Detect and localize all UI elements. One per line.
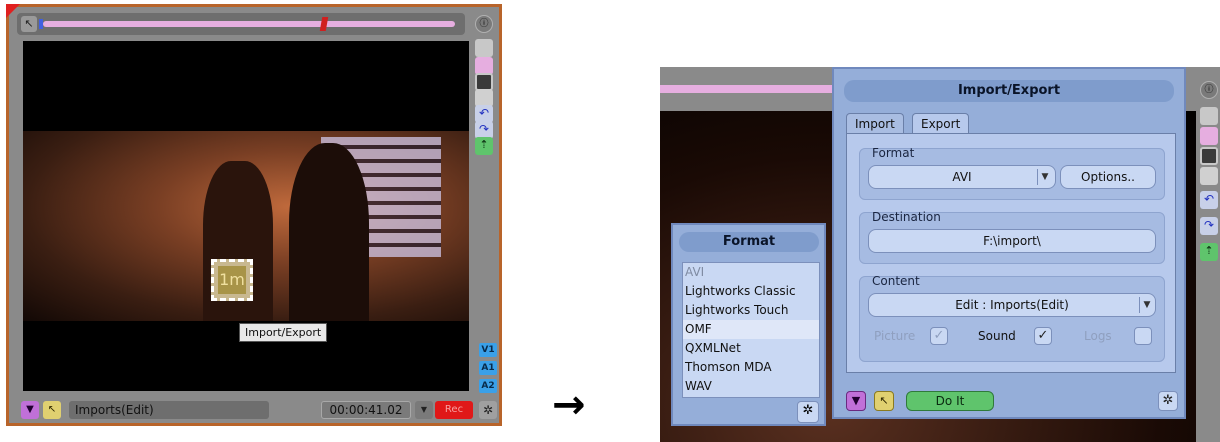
chevron-down-icon: ▼ bbox=[1037, 169, 1052, 185]
sound-checkbox[interactable]: ✓ bbox=[1034, 327, 1052, 345]
track-a2[interactable]: A2 bbox=[479, 379, 497, 393]
video-frame: 1m Import/Export bbox=[23, 41, 469, 391]
list-item[interactable]: QXMLNet bbox=[683, 339, 819, 358]
crop-tool-column: ⓘ ↶ ↷ ⇡ bbox=[1196, 67, 1220, 442]
record-button[interactable]: Rec bbox=[435, 401, 473, 419]
do-it-button[interactable]: Do It bbox=[906, 391, 994, 411]
figure-right bbox=[289, 143, 369, 321]
list-item[interactable]: Lightworks Classic bbox=[683, 282, 819, 301]
format-group: Format AVI ▼ Options.. bbox=[859, 146, 1165, 200]
crop-folder-icon[interactable] bbox=[1200, 107, 1218, 125]
list-item[interactable]: WAV bbox=[683, 377, 819, 396]
options-button[interactable]: Options.. bbox=[1060, 165, 1156, 189]
crop-strip-icon[interactable] bbox=[1200, 127, 1218, 145]
folder-icon[interactable] bbox=[475, 39, 493, 57]
destination-field[interactable]: F:\import\ bbox=[868, 229, 1156, 253]
track-a1[interactable]: A1 bbox=[479, 361, 497, 375]
asterisk-icon[interactable]: ✲ bbox=[1158, 391, 1178, 411]
format-panel-title: Format bbox=[679, 232, 819, 252]
viewer-window: ↖ ⓘ ↶ ↷ ⇡ 1m Import/Export V1 A1 A2 ▼ ↖ … bbox=[6, 4, 502, 426]
export-tab-panel: Format AVI ▼ Options.. Destination F:\im… bbox=[846, 133, 1176, 373]
crop-card-icon[interactable] bbox=[1200, 167, 1218, 185]
clip-name: Imports(Edit) bbox=[69, 401, 269, 419]
playhead-marker[interactable] bbox=[319, 17, 329, 31]
list-item[interactable]: Thomson MDA bbox=[683, 358, 819, 377]
track-selector: V1 A1 A2 bbox=[479, 343, 497, 397]
tab-import[interactable]: Import bbox=[846, 113, 904, 134]
crop-monitor-icon[interactable] bbox=[1200, 147, 1218, 165]
info-icon[interactable]: ⓘ bbox=[475, 15, 493, 33]
logs-checkbox[interactable] bbox=[1134, 327, 1152, 345]
asterisk-icon[interactable]: ✲ bbox=[479, 401, 497, 419]
timecode[interactable]: 00:00:41.02 bbox=[321, 401, 411, 419]
pin-icon[interactable]: ↖ bbox=[43, 401, 61, 419]
format-list[interactable]: AVI Lightworks Classic Lightworks Touch … bbox=[682, 262, 820, 398]
menu-dropdown-icon[interactable]: ▼ bbox=[21, 401, 39, 419]
format-list-panel: Format AVI Lightworks Classic Lightworks… bbox=[671, 223, 826, 426]
list-item-selected[interactable]: OMF bbox=[683, 320, 819, 339]
format-select[interactable]: AVI ▼ bbox=[868, 165, 1056, 189]
sound-label: Sound bbox=[978, 329, 1016, 343]
list-item[interactable]: AVI bbox=[683, 263, 819, 282]
track-v1[interactable]: V1 bbox=[479, 343, 497, 357]
chevron-down-icon: ▼ bbox=[1139, 297, 1154, 313]
destination-group-label: Destination bbox=[872, 210, 941, 224]
format-select-value: AVI bbox=[952, 170, 972, 184]
content-select[interactable]: Edit : Imports(Edit) ▼ bbox=[868, 293, 1156, 317]
menu-dropdown-icon[interactable]: ▼ bbox=[846, 391, 866, 411]
logs-label: Logs bbox=[1084, 329, 1112, 343]
format-group-label: Format bbox=[872, 146, 915, 160]
viewer-status-bar: ▼ ↖ Imports(Edit) 00:00:41.02 ▼ Rec ✲ bbox=[17, 399, 497, 421]
export-icon[interactable]: ⇡ bbox=[475, 137, 493, 155]
picture-checkbox[interactable]: ✓ bbox=[930, 327, 948, 345]
list-item[interactable]: Lightworks Touch bbox=[683, 301, 819, 320]
transition-arrow: → bbox=[552, 382, 586, 428]
content-select-value: Edit : Imports(Edit) bbox=[955, 298, 1069, 312]
timeline-track[interactable] bbox=[43, 21, 455, 27]
destination-group: Destination F:\import\ bbox=[859, 210, 1165, 264]
tab-export[interactable]: Export bbox=[912, 113, 970, 134]
import-export-icon-glyph: 1m bbox=[218, 266, 246, 294]
import-export-icon[interactable]: 1m bbox=[211, 259, 253, 301]
picture-label: Picture bbox=[874, 329, 916, 343]
dialog-title: Import/Export bbox=[844, 80, 1174, 102]
crop-info-icon[interactable]: ⓘ bbox=[1200, 81, 1218, 99]
crop-export-icon[interactable]: ⇡ bbox=[1200, 243, 1218, 261]
content-group-label: Content bbox=[872, 274, 920, 288]
content-group: Content Edit : Imports(Edit) ▼ Picture ✓… bbox=[859, 274, 1165, 362]
scrub-handle-icon[interactable]: ↖ bbox=[21, 16, 37, 32]
pin-icon[interactable]: ↖ bbox=[874, 391, 894, 411]
tooltip: Import/Export bbox=[239, 323, 328, 342]
asterisk-icon[interactable]: ✲ bbox=[797, 401, 819, 423]
scrub-bar[interactable]: ↖ bbox=[17, 13, 465, 35]
crop-timeline-track bbox=[660, 85, 850, 93]
timecode-dropdown-icon[interactable]: ▼ bbox=[415, 401, 433, 419]
crop-undo-icon[interactable]: ↶ bbox=[1200, 191, 1218, 209]
crop-redo-icon[interactable]: ↷ bbox=[1200, 217, 1218, 235]
import-export-dialog: Import/Export Import Export Format AVI ▼… bbox=[832, 67, 1186, 419]
